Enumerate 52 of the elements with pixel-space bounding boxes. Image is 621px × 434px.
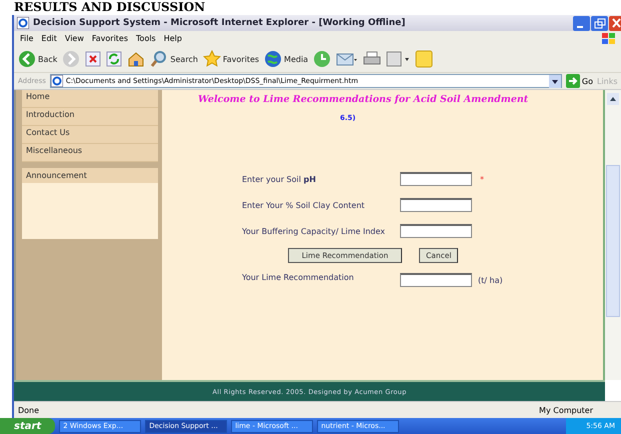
back-button[interactable]: Back: [18, 50, 58, 68]
menu-item[interactable]: Help: [164, 34, 182, 43]
print-button[interactable]: [363, 51, 382, 67]
input-field[interactable]: [400, 172, 472, 186]
page-title: Welcome to Lime Recommendations for Acid Soil Amendment: [197, 94, 530, 105]
sidebar-item[interactable]: Contact Us: [22, 126, 158, 144]
home-button[interactable]: [127, 51, 146, 67]
result-label: Your Lime Recommendation: [242, 273, 355, 282]
history-button[interactable]: [313, 50, 332, 68]
field-label: Your Buffering Capacity/ Lime Index: [242, 226, 386, 236]
dropdown-icon[interactable]: [548, 74, 561, 88]
page-icon: [50, 75, 63, 87]
zone-text: My Computer: [539, 406, 593, 414]
section-heading: RESULTS AND DISCUSSION: [13, 0, 206, 15]
menu-item[interactable]: Tools: [136, 34, 156, 43]
input-field[interactable]: [400, 224, 472, 238]
search-icon: [150, 50, 168, 68]
menu-item[interactable]: Edit: [41, 34, 57, 43]
input-field[interactable]: [400, 198, 472, 212]
menu-item[interactable]: View: [64, 34, 84, 43]
refresh-button[interactable]: [106, 51, 122, 67]
sidebar-item[interactable]: Miscellaneous: [22, 144, 158, 162]
close-icon[interactable]: [609, 16, 621, 30]
field-label: Enter Your % Soil Clay Content: [242, 200, 366, 210]
menu-item[interactable]: File: [20, 34, 34, 43]
star-icon: [202, 50, 221, 68]
sidebar-item[interactable]: Introduction: [22, 108, 158, 126]
go-button[interactable]: Go: [566, 74, 593, 88]
unit-label: (t/ ha): [478, 276, 503, 284]
result-field[interactable]: [400, 273, 472, 287]
menu-item[interactable]: Favorites: [92, 34, 128, 43]
scroll-up-icon[interactable]: [607, 93, 619, 105]
favorites-button[interactable]: Favorites: [202, 50, 260, 68]
status-text: Done: [18, 406, 40, 414]
restore-icon[interactable]: [591, 16, 608, 30]
media-button[interactable]: Media: [264, 50, 308, 68]
edit-button[interactable]: [386, 51, 410, 67]
windows-logo-icon: [601, 32, 617, 46]
sidebar-item[interactable]: Home: [22, 90, 158, 108]
field-label: Enter your Soil pH: [242, 174, 317, 184]
scrollbar[interactable]: [605, 90, 621, 380]
announcement-heading: Announcement: [22, 168, 158, 183]
search-button[interactable]: Search: [150, 50, 198, 68]
browser-icon: [17, 17, 29, 29]
mail-button[interactable]: [336, 51, 358, 67]
required-marker: *: [480, 174, 484, 184]
stop-button[interactable]: [85, 51, 102, 67]
start-button[interactable]: start: [0, 418, 56, 434]
window-title: Decision Support System - Microsoft Internet Explorer - [Working Offline]: [33, 18, 406, 28]
minimize-icon[interactable]: [573, 16, 590, 30]
go-arrow-icon: [566, 74, 580, 88]
globe-icon: [264, 50, 282, 68]
